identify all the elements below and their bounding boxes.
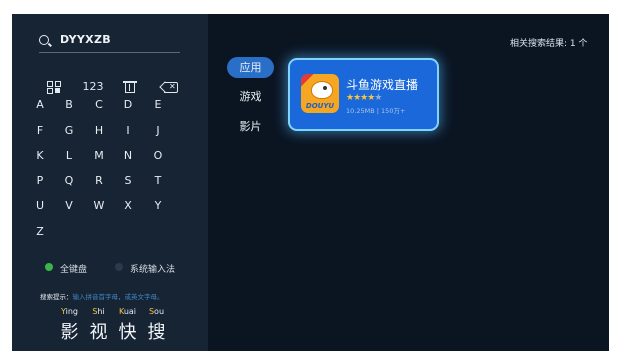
hanzi-char: 搜 <box>147 322 166 343</box>
key-a[interactable]: A <box>30 97 50 113</box>
trash-icon[interactable] <box>119 78 141 96</box>
star-empty-icon: ★ <box>374 93 382 103</box>
search-hint-text: 输入拼音首字母，或英文字母。 <box>72 293 164 301</box>
pinyin-syllable: Shi <box>92 307 105 316</box>
hanzi-char: 影 <box>60 322 79 343</box>
key-l[interactable]: L <box>59 148 79 164</box>
key-w[interactable]: W <box>89 198 109 214</box>
key-p[interactable]: P <box>30 173 50 189</box>
search-icon <box>39 35 49 45</box>
key-k[interactable]: K <box>30 148 50 164</box>
search-query-text: DYYXZB <box>60 33 111 46</box>
app-name: 斗鱼游戏直播 <box>346 78 419 92</box>
backspace-icon[interactable]: ✕ <box>158 78 180 96</box>
key-c[interactable]: C <box>89 97 109 113</box>
key-m[interactable]: M <box>89 148 109 164</box>
key-d[interactable]: D <box>118 97 138 113</box>
key-j[interactable]: J <box>148 123 168 139</box>
key-u[interactable]: U <box>30 198 50 214</box>
tv-search-screen: DYYXZB 123 ✕ ABCDEFGHIJKLMNOPQRSTUVWXYZ … <box>12 14 609 351</box>
meta-separator: | <box>376 107 379 115</box>
key-v[interactable]: V <box>59 198 79 214</box>
search-input[interactable]: DYYXZB <box>39 32 180 53</box>
fish-mascot-icon <box>311 81 333 99</box>
search-hint: 搜索提示：输入拼音首字母，或英文字母。 <box>40 291 164 301</box>
app-result-card[interactable]: DOUYU 斗鱼游戏直播 ★★★★★ 10.25MB | 150万+ <box>290 60 437 129</box>
key-x[interactable]: X <box>118 198 138 214</box>
hanzi-char: 快 <box>118 322 137 343</box>
search-hint-label: 搜索提示： <box>40 293 73 301</box>
keyboard-panel: DYYXZB 123 ✕ ABCDEFGHIJKLMNOPQRSTUVWXYZ … <box>12 14 208 351</box>
tab-games[interactable]: 游戏 <box>227 86 274 107</box>
key-q[interactable]: Q <box>59 173 79 189</box>
key-i[interactable]: I <box>118 123 138 139</box>
system-ime-label: 系统输入法 <box>130 265 176 275</box>
tab-apps[interactable]: 应用 <box>227 57 274 78</box>
full-keyboard-label: 全键盘 <box>60 265 88 275</box>
app-meta: 10.25MB | 150万+ <box>346 105 405 115</box>
key-n[interactable]: N <box>118 148 138 164</box>
pinyin-syllable: Ying <box>61 307 78 316</box>
selected-radio-icon <box>45 263 53 271</box>
numeric-keyboard-key[interactable]: 123 <box>80 78 106 96</box>
key-s[interactable]: S <box>118 173 138 189</box>
key-g[interactable]: G <box>59 123 79 139</box>
key-h[interactable]: H <box>89 123 109 139</box>
tab-movies[interactable]: 影片 <box>227 116 274 137</box>
douyu-app-icon: DOUYU <box>301 74 339 113</box>
unselected-radio-icon <box>115 263 123 271</box>
key-o[interactable]: O <box>148 148 168 164</box>
key-r[interactable]: R <box>89 173 109 189</box>
key-z[interactable]: Z <box>30 224 50 240</box>
key-f[interactable]: F <box>30 123 50 139</box>
app-size: 10.25MB <box>346 107 375 115</box>
star-rating: ★★★★★ <box>346 93 382 103</box>
pinyin-syllable: Kuai <box>118 307 137 316</box>
app-icon-brand: DOUYU <box>305 102 335 110</box>
key-b[interactable]: B <box>59 97 79 113</box>
qr-code-icon[interactable] <box>43 78 65 96</box>
key-y[interactable]: Y <box>148 198 168 214</box>
app-downloads: 150万+ <box>381 107 406 115</box>
key-e[interactable]: E <box>148 97 168 113</box>
pinyin-syllable: Sou <box>148 307 165 316</box>
key-t[interactable]: T <box>148 173 168 189</box>
hanzi-char: 视 <box>89 322 108 343</box>
result-count: 相关搜索结果: 1 个 <box>510 39 588 49</box>
